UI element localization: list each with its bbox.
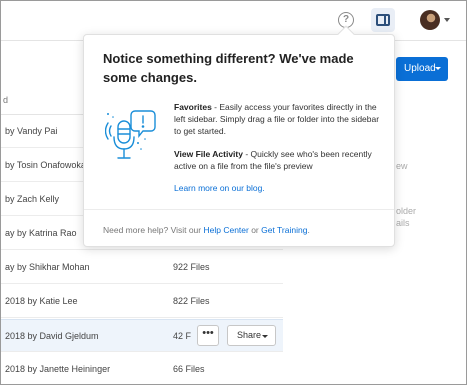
row-owner: by Vandy Pai	[5, 126, 58, 136]
footer-text: or	[248, 225, 262, 235]
share-button[interactable]: Share	[227, 325, 276, 346]
chevron-down-icon	[435, 67, 441, 70]
feature-favorites: Favorites - Easily access your favorites…	[174, 101, 384, 137]
row-owner: 2018 by Katie Lee	[5, 296, 78, 306]
sidebar-toggle-button[interactable]	[371, 8, 395, 32]
app-window: ? Upload d by Vandy Pai by Tosin Onafowo…	[0, 0, 467, 385]
row-owner: by Zach Kelly	[5, 194, 60, 204]
help-center-link[interactable]: Help Center	[203, 225, 248, 235]
row-owner: ay by Katrina Rao	[5, 228, 77, 238]
more-options-button[interactable]: •••	[197, 325, 219, 346]
row-owner: ay by Shikhar Mohan	[5, 262, 90, 272]
whats-new-popover: Notice something different? We've made s…	[83, 25, 395, 247]
row-count: 922 Files	[173, 262, 210, 272]
row-count: 822 Files	[173, 296, 210, 306]
table-row-selected[interactable]: 2018 by David Gjeldum 42 F ••• Share	[1, 319, 283, 352]
learn-more-link[interactable]: Learn more on our blog.	[174, 183, 265, 193]
popover-title: Notice something different? We've made s…	[103, 51, 354, 85]
sidebar-text-fragment: older	[396, 206, 417, 216]
row-owner: by Tosin Onafowokan	[5, 160, 91, 170]
sidebar-toggle-icon	[376, 14, 390, 26]
share-label: Share	[237, 330, 262, 340]
upload-label: Upload	[404, 63, 436, 74]
sidebar-text-fragment: ew	[396, 161, 408, 171]
feature-favorites-name: Favorites	[174, 102, 212, 112]
popover-divider	[84, 209, 394, 210]
upload-button[interactable]: Upload	[396, 57, 448, 81]
table-row[interactable]: 2018 by Katie Lee 822 Files	[1, 285, 283, 318]
chevron-down-icon[interactable]	[444, 18, 450, 22]
feature-file-activity-name: View File Activity	[174, 149, 243, 159]
footer-text: .	[307, 225, 310, 235]
popover-footer: Need more help? Visit our Help Center or…	[103, 225, 310, 235]
column-header[interactable]: d	[3, 95, 8, 105]
row-owner: 2018 by Janette Heininger	[5, 364, 111, 374]
table-row[interactable]: ay by Shikhar Mohan 922 Files	[1, 251, 283, 284]
sidebar-text-fragment: ails	[396, 218, 410, 228]
feature-file-activity: View File Activity - Quickly see who's b…	[174, 148, 384, 172]
get-training-link[interactable]: Get Training	[261, 225, 307, 235]
user-avatar[interactable]	[420, 10, 440, 30]
chevron-down-icon	[262, 335, 268, 338]
table-row[interactable]: 2018 by Janette Heininger 66 Files	[1, 353, 283, 384]
microphone-icon	[105, 110, 156, 159]
footer-text: Need more help? Visit our	[103, 225, 204, 235]
row-count: 66 Files	[173, 364, 205, 374]
row-count: 42 F	[173, 331, 192, 341]
row-owner: 2018 by David Gjeldum	[5, 331, 99, 341]
